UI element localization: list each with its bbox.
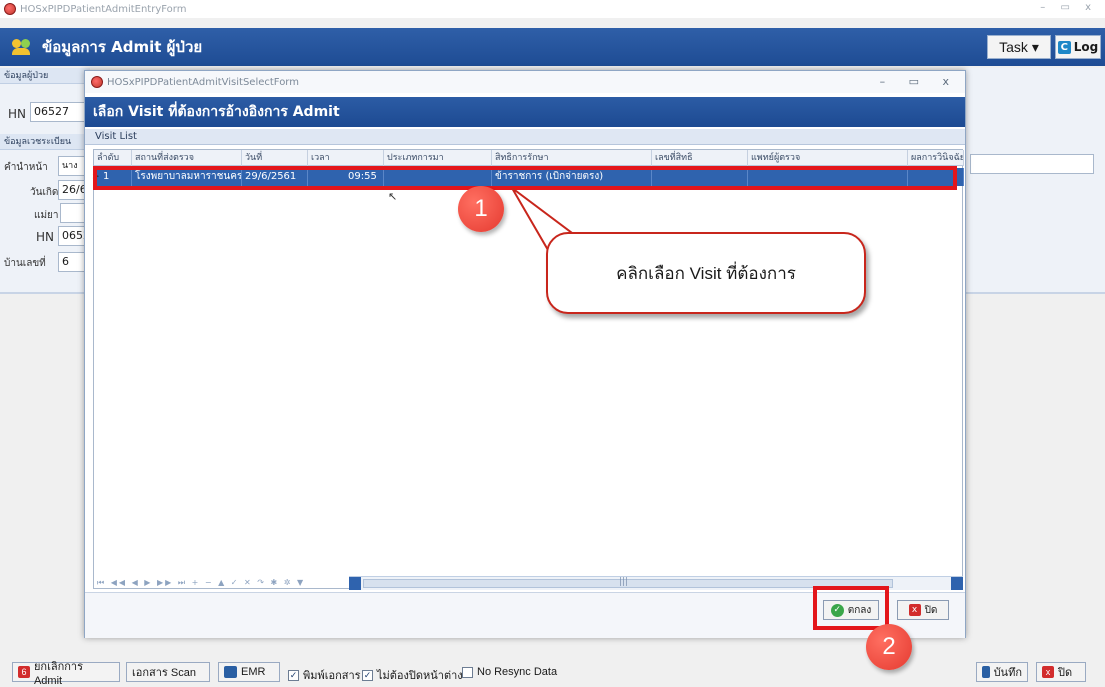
scroll-right-icon[interactable] <box>951 577 963 590</box>
print-docs-checkbox[interactable]: ✓ พิมพ์เอกสาร <box>288 666 361 684</box>
mouse-cursor-icon: ↖ <box>388 190 398 203</box>
instruction-callout: คลิกเลือก Visit ที่ต้องการ <box>546 232 866 314</box>
close-label: ปิด <box>1058 667 1073 679</box>
dialog-header-title: เลือก Visit ที่ต้องการอ้างอิงการ Admit <box>85 97 965 127</box>
save-button[interactable]: บันทึก <box>976 662 1028 682</box>
scan-docs-button[interactable]: เอกสาร Scan <box>126 662 210 682</box>
close-icon: x <box>908 604 921 616</box>
close-button[interactable]: x ปิด <box>1036 662 1086 682</box>
no-close-window-checkbox[interactable]: ✓ ไม่ต้องปิดหน้าต่าง <box>362 666 463 684</box>
main-titlebar: HOSxPIPDPatientAdmitEntryForm – ▭ x <box>0 0 1105 18</box>
row-highlight-box <box>93 166 957 190</box>
cancel-admit-label: ยกเลิกการ Admit <box>33 661 83 687</box>
grid-header: ลำดับ สถานที่ส่งตรวจ วันที่ เวลา ประเภทก… <box>94 150 964 166</box>
group-patient-info: ข้อมูลผู้ป่วย <box>0 68 90 84</box>
group-medical-record: ข้อมูลเวชระเบียน <box>0 134 90 150</box>
main-header-title: ข้อมูลการ Admit ผู้ป่วย <box>42 38 203 56</box>
dialog-close-button[interactable]: x ปิด <box>897 600 949 620</box>
no-resync-label: No Resync Data <box>477 666 558 678</box>
app-icon <box>91 76 103 88</box>
emr-icon <box>224 666 237 678</box>
right-field[interactable] <box>970 154 1094 174</box>
cancel-admit-icon: 6 <box>18 666 30 678</box>
record-navigator[interactable]: ⏮ ◀◀ ◀ ▶ ▶▶ ⏭ + − ▲ ✓ ✕ ↷ ✱ ✲ ▼ <box>93 578 353 590</box>
log-label: Log <box>1073 40 1099 54</box>
right-panel <box>966 68 1105 293</box>
emr-button[interactable]: EMR <box>218 662 280 682</box>
task-button[interactable]: Task ▾ <box>987 35 1051 59</box>
patient-panel: ข้อมูลผู้ป่วย HN 06527 ข้อมูลเวชระเบียน … <box>0 68 90 293</box>
main-window-controls[interactable]: – ▭ x <box>1040 2 1097 13</box>
step-2-badge: 2 <box>866 624 912 670</box>
dialog-window-controls[interactable]: – ▭ x <box>880 75 959 88</box>
checkbox-checked-icon: ✓ <box>362 669 373 681</box>
log-button[interactable]: C Log <box>1055 35 1101 59</box>
ok-highlight-box <box>813 586 889 630</box>
scan-docs-label: เอกสาร Scan <box>132 667 196 679</box>
dialog-window-title: HOSxPIPDPatientAdmitVisitSelectForm <box>107 76 299 88</box>
house-label: บ้านเลขที่ <box>4 258 46 269</box>
hn-field[interactable]: 06527 <box>30 102 90 122</box>
app-icon <box>4 3 16 15</box>
no-resync-checkbox[interactable]: No Resync Data <box>462 666 557 678</box>
column-header[interactable]: เลขที่สิทธิ <box>652 150 748 166</box>
column-header[interactable]: เวลา <box>308 150 384 166</box>
hn2-label: HN <box>36 230 54 244</box>
column-header[interactable]: ลำดับ <box>94 150 132 166</box>
save-label: บันทึก <box>993 667 1022 679</box>
dialog-titlebar: HOSxPIPDPatientAdmitVisitSelectForm – ▭ … <box>85 71 965 93</box>
emr-label: EMR <box>241 666 266 678</box>
log-icon: C <box>1057 40 1071 54</box>
column-header[interactable]: สิทธิการรักษา <box>492 150 652 166</box>
column-header[interactable]: ผลการวินิจฉัย <box>908 150 964 166</box>
step-1-badge: 1 <box>458 186 504 232</box>
scroll-left-icon[interactable] <box>349 577 361 590</box>
save-icon <box>982 666 990 678</box>
main-header: ข้อมูลการ Admit ผู้ป่วย Task ▾ C Log <box>0 28 1105 66</box>
checkbox-empty-icon <box>462 666 473 678</box>
dob-label: วันเกิด <box>30 187 59 198</box>
scroll-grip: ||| <box>619 577 629 587</box>
hn-label: HN <box>8 107 26 121</box>
column-header[interactable]: วันที่ <box>242 150 308 166</box>
dialog-close-label: ปิด <box>924 604 938 616</box>
column-header[interactable]: แพทย์ผู้ตรวจ <box>748 150 908 166</box>
prefix-label: คำนำหน้า <box>4 162 48 173</box>
checkbox-checked-icon: ✓ <box>288 669 299 681</box>
cancel-admit-button[interactable]: 6 ยกเลิกการ Admit <box>12 661 120 687</box>
main-window-title: HOSxPIPDPatientAdmitEntryForm <box>20 3 187 15</box>
visit-select-dialog: HOSxPIPDPatientAdmitVisitSelectForm – ▭ … <box>84 70 966 638</box>
visit-list-caption: Visit List <box>85 129 965 145</box>
close-icon: x <box>1042 666 1054 678</box>
column-header[interactable]: ประเภทการมา <box>384 150 492 166</box>
no-close-window-label: ไม่ต้องปิดหน้าต่าง <box>377 670 463 682</box>
print-docs-label: พิมพ์เอกสาร <box>303 670 361 682</box>
users-icon <box>12 39 34 55</box>
column-header[interactable]: สถานที่ส่งตรวจ <box>132 150 242 166</box>
mother-label: แม่ยา <box>34 210 59 221</box>
